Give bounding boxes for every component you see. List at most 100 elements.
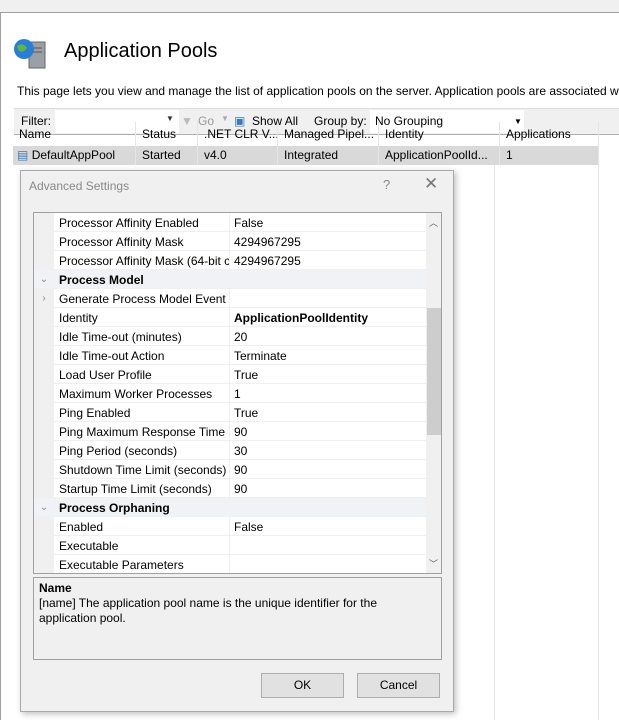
property-name: Ping Maximum Response Time ( bbox=[59, 425, 229, 439]
cell-pipeline: Integrated bbox=[278, 146, 379, 165]
property-value[interactable] bbox=[229, 289, 238, 308]
property-name: Ping Period (seconds) bbox=[59, 444, 178, 458]
window-top-bar bbox=[0, 0, 619, 13]
chevron-right-icon[interactable]: › bbox=[34, 289, 54, 308]
chevron-down-icon[interactable]: ⌄ bbox=[34, 498, 54, 517]
property-row[interactable]: Ping Period (seconds) 30 bbox=[34, 441, 426, 460]
property-row[interactable]: Startup Time Limit (seconds) 90 bbox=[34, 479, 426, 498]
row-gutter bbox=[34, 517, 54, 536]
property-value[interactable]: 4294967295 bbox=[229, 232, 305, 251]
row-gutter bbox=[34, 460, 54, 479]
property-row[interactable]: Processor Affinity Enabled False bbox=[34, 213, 426, 232]
property-row[interactable]: Enabled False bbox=[34, 517, 426, 536]
cancel-button[interactable]: Cancel bbox=[357, 673, 440, 698]
property-row[interactable]: Load User Profile True bbox=[34, 365, 426, 384]
cell-name: DefaultAppPool bbox=[31, 148, 116, 162]
column-header-applications[interactable]: Applications bbox=[500, 122, 599, 146]
column-header-status[interactable]: Status bbox=[136, 122, 198, 146]
page-description: This page lets you view and manage the l… bbox=[17, 84, 619, 98]
column-divider bbox=[494, 165, 495, 720]
property-name: Maximum Worker Processes bbox=[59, 387, 213, 401]
property-value[interactable]: True bbox=[229, 365, 262, 384]
property-category[interactable]: ⌄ Process Model bbox=[34, 270, 426, 289]
cell-identity: ApplicationPoolId... bbox=[379, 146, 500, 165]
property-row[interactable]: › Generate Process Model Event L bbox=[34, 289, 426, 308]
scroll-up-icon[interactable]: ︿ bbox=[429, 216, 438, 229]
property-name: Processor Affinity Enabled bbox=[59, 216, 199, 230]
row-gutter bbox=[34, 403, 54, 422]
app-pools-icon bbox=[14, 39, 46, 69]
property-name: Executable bbox=[59, 539, 119, 553]
row-gutter bbox=[34, 251, 54, 270]
property-name: Identity bbox=[59, 311, 98, 325]
property-value[interactable]: 90 bbox=[229, 479, 251, 498]
row-gutter bbox=[34, 232, 54, 251]
property-row[interactable]: Processor Affinity Mask (64-bit c 4294967… bbox=[34, 251, 426, 270]
property-value[interactable] bbox=[229, 555, 238, 573]
property-category[interactable]: ⌄ Process Orphaning bbox=[34, 498, 426, 517]
property-name: Processor Affinity Mask bbox=[59, 235, 184, 249]
property-row[interactable]: Identity ApplicationPoolIdentity bbox=[34, 308, 426, 327]
scroll-down-icon[interactable]: ﹀ bbox=[429, 557, 438, 570]
description-text: [name] The application pool name is the … bbox=[39, 596, 377, 625]
cell-applications: 1 bbox=[500, 146, 599, 165]
row-gutter bbox=[34, 308, 54, 327]
scrollbar[interactable]: ︿ ﹀ bbox=[426, 213, 441, 573]
property-value[interactable]: 4294967295 bbox=[229, 251, 305, 270]
property-name: Process Model bbox=[59, 273, 144, 287]
row-gutter bbox=[34, 346, 54, 365]
advanced-settings-dialog: Advanced Settings ? ✕ Processor Affinity… bbox=[20, 170, 454, 712]
row-gutter bbox=[34, 422, 54, 441]
cell-status: Started bbox=[136, 146, 198, 165]
property-value[interactable]: 90 bbox=[229, 460, 251, 479]
page-title: Application Pools bbox=[64, 40, 218, 62]
help-button[interactable]: ? bbox=[383, 177, 390, 192]
property-row[interactable]: Shutdown Time Limit (seconds) 90 bbox=[34, 460, 426, 479]
table-row[interactable]: ▤ DefaultAppPool Started v4.0 Integrated… bbox=[13, 146, 599, 165]
row-gutter bbox=[34, 384, 54, 403]
property-name: Idle Time-out Action bbox=[59, 349, 165, 363]
cell-clr: v4.0 bbox=[198, 146, 278, 165]
property-value[interactable]: 1 bbox=[229, 384, 245, 403]
close-icon[interactable]: ✕ bbox=[424, 174, 438, 194]
property-name: Idle Time-out (minutes) bbox=[59, 330, 182, 344]
property-description: Name [name] The application pool name is… bbox=[33, 577, 442, 660]
column-header-name[interactable]: Name bbox=[13, 122, 136, 146]
property-row[interactable]: Executable Parameters bbox=[34, 555, 426, 573]
property-row[interactable]: Idle Time-out (minutes) 20 bbox=[34, 327, 426, 346]
ok-button[interactable]: OK bbox=[261, 673, 344, 698]
row-gutter bbox=[34, 213, 54, 232]
property-value[interactable]: Terminate bbox=[229, 346, 291, 365]
property-value[interactable]: True bbox=[229, 403, 262, 422]
property-value[interactable] bbox=[229, 536, 238, 555]
property-name: Shutdown Time Limit (seconds) bbox=[59, 463, 227, 477]
column-header-pipeline[interactable]: Managed Pipel... bbox=[278, 122, 379, 146]
column-divider bbox=[598, 165, 599, 720]
row-gutter bbox=[34, 441, 54, 460]
property-row[interactable]: Executable bbox=[34, 536, 426, 555]
property-name: Process Orphaning bbox=[59, 501, 170, 515]
property-name: Enabled bbox=[59, 520, 104, 534]
property-value[interactable]: False bbox=[229, 517, 267, 536]
scrollbar-thumb[interactable] bbox=[427, 308, 441, 435]
description-title: Name bbox=[39, 581, 72, 595]
row-gutter bbox=[34, 327, 54, 346]
property-value[interactable]: False bbox=[229, 213, 267, 232]
property-row[interactable]: Idle Time-out Action Terminate bbox=[34, 346, 426, 365]
table-header: Name Status .NET CLR V... Managed Pipel.… bbox=[13, 122, 599, 146]
property-row[interactable]: Ping Maximum Response Time (90 bbox=[34, 422, 426, 441]
chevron-down-icon[interactable]: ⌄ bbox=[34, 270, 54, 289]
property-row[interactable]: Ping Enabled True bbox=[34, 403, 426, 422]
property-row[interactable]: Maximum Worker Processes 1 bbox=[34, 384, 426, 403]
property-value[interactable]: 20 bbox=[229, 327, 251, 346]
property-name: Load User Profile bbox=[59, 368, 152, 382]
column-header-clr[interactable]: .NET CLR V... bbox=[198, 122, 278, 146]
property-row[interactable]: Processor Affinity Mask 4294967295 bbox=[34, 232, 426, 251]
row-gutter bbox=[34, 555, 54, 573]
property-value[interactable]: ApplicationPoolIdentity bbox=[229, 308, 372, 327]
row-gutter bbox=[34, 365, 54, 384]
property-value[interactable]: 90 bbox=[229, 422, 251, 441]
property-value[interactable]: 30 bbox=[229, 441, 251, 460]
property-name: Ping Enabled bbox=[59, 406, 131, 420]
column-header-identity[interactable]: Identity bbox=[379, 122, 500, 146]
